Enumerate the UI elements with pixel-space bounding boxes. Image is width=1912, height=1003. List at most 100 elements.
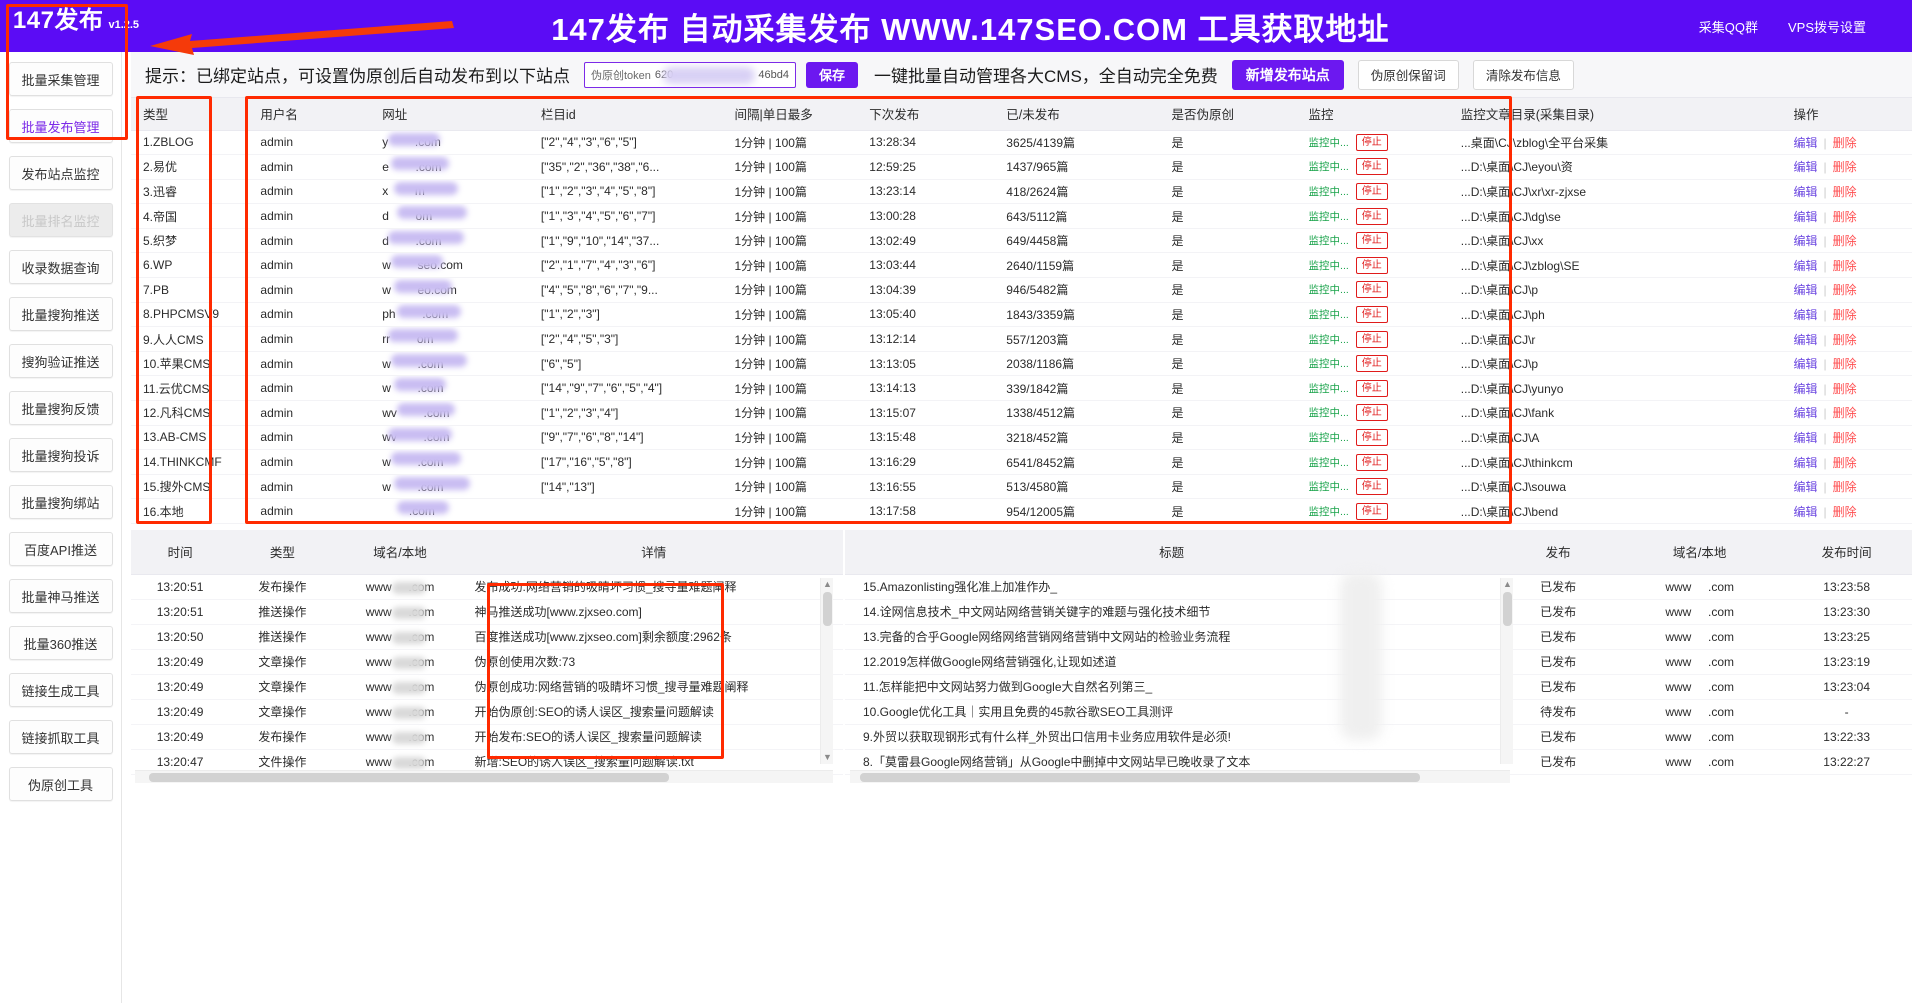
monitor-stop-button[interactable]: 停止 — [1356, 404, 1388, 421]
table-row[interactable]: 11.云优CMSadminw .com["14","9","7","6","5"… — [131, 376, 1912, 401]
delete-link[interactable]: 删除 — [1833, 234, 1857, 248]
site-url[interactable]: rr om — [370, 327, 529, 352]
site-url[interactable]: ph .com — [370, 302, 529, 327]
list-item[interactable]: 13:20:49文章操作www .com伪原创使用次数:73 — [131, 649, 843, 674]
edit-link[interactable]: 编辑 — [1793, 456, 1817, 470]
delete-link[interactable]: 删除 — [1833, 456, 1857, 470]
table-row[interactable]: 1.ZBLOGadminy .com["2","4","3","6","5"]1… — [131, 130, 1912, 155]
delete-link[interactable]: 删除 — [1833, 431, 1857, 445]
banner-link-vps-settings[interactable]: VPS拨号设置 — [1788, 17, 1866, 36]
table-row[interactable]: 10.苹果CMSadminw .com["6","5"]1分钟 | 100篇13… — [131, 351, 1912, 376]
scroll-up-icon[interactable]: ▲ — [1503, 580, 1512, 589]
token-input[interactable]: 伪原创token 620 46bd4 — [584, 62, 796, 88]
sidebar-item-1[interactable]: 批量发布管理 — [9, 109, 113, 143]
list-item[interactable]: 13:20:49文章操作www .com开始伪原创:SEO的诱人误区_搜索量问题… — [131, 699, 843, 724]
monitor-stop-button[interactable]: 停止 — [1356, 380, 1388, 397]
delete-link[interactable]: 删除 — [1833, 136, 1857, 150]
titles-scroll-thumb[interactable] — [1503, 592, 1512, 626]
list-item[interactable]: 13:20:51推送操作www .com神马推送成功[www.zjxseo.co… — [131, 599, 843, 624]
table-row[interactable]: 12.凡科CMSadminwv .com["1","2","3","4"]1分钟… — [131, 401, 1912, 426]
sidebar-item-9[interactable]: 批量搜狗绑站 — [9, 485, 113, 519]
logs-scroll-thumb[interactable] — [823, 592, 832, 626]
edit-link[interactable]: 编辑 — [1793, 283, 1817, 297]
monitor-stop-button[interactable]: 停止 — [1356, 208, 1388, 225]
edit-link[interactable]: 编辑 — [1793, 333, 1817, 347]
logs-vertical-scrollbar[interactable]: ▲ ▼ — [820, 578, 833, 764]
site-url[interactable]: wv .com — [370, 401, 529, 426]
monitor-stop-button[interactable]: 停止 — [1356, 478, 1388, 495]
sidebar-item-12[interactable]: 批量360推送 — [9, 626, 113, 660]
site-url[interactable]: w .com — [370, 376, 529, 401]
table-row[interactable]: 8.PHPCMSV9adminph .com["1","2","3"]1分钟 |… — [131, 302, 1912, 327]
add-publish-site-button[interactable]: 新增发布站点 — [1232, 60, 1344, 90]
titles-hscroll-thumb[interactable] — [860, 773, 1420, 782]
sidebar-item-2[interactable]: 发布站点监控 — [9, 156, 113, 190]
table-row[interactable]: 13.AB-CMSadminwv .com["9","7","6","8","1… — [131, 425, 1912, 450]
keep-words-button[interactable]: 伪原创保留词 — [1358, 60, 1459, 90]
delete-link[interactable]: 删除 — [1833, 210, 1857, 224]
clear-publish-info-button[interactable]: 清除发布信息 — [1473, 60, 1574, 90]
monitor-stop-button[interactable]: 停止 — [1356, 232, 1388, 249]
table-row[interactable]: 9.人人CMSadminrr om["2","4","5","3"]1分钟 | … — [131, 327, 1912, 352]
delete-link[interactable]: 删除 — [1833, 505, 1857, 519]
sidebar-item-4[interactable]: 收录数据查询 — [9, 250, 113, 284]
edit-link[interactable]: 编辑 — [1793, 210, 1817, 224]
site-url[interactable]: w .com — [370, 450, 529, 475]
delete-link[interactable]: 删除 — [1833, 382, 1857, 396]
delete-link[interactable]: 删除 — [1833, 406, 1857, 420]
edit-link[interactable]: 编辑 — [1793, 406, 1817, 420]
monitor-stop-button[interactable]: 停止 — [1356, 331, 1388, 348]
site-url[interactable]: e .com — [370, 155, 529, 180]
table-row[interactable]: 3.迅睿adminx m["1","2","3","4","5","8"]1分钟… — [131, 179, 1912, 204]
site-url[interactable]: w seo.com — [370, 253, 529, 278]
delete-link[interactable]: 删除 — [1833, 308, 1857, 322]
site-url[interactable]: wv .com — [370, 425, 529, 450]
monitor-stop-button[interactable]: 停止 — [1356, 429, 1388, 446]
monitor-stop-button[interactable]: 停止 — [1356, 281, 1388, 298]
delete-link[interactable]: 删除 — [1833, 185, 1857, 199]
edit-link[interactable]: 编辑 — [1793, 431, 1817, 445]
table-row[interactable]: 14.THINKCMFadminw .com["17","16","5","8"… — [131, 450, 1912, 475]
sidebar-item-7[interactable]: 批量搜狗反馈 — [9, 391, 113, 425]
sidebar-item-15[interactable]: 伪原创工具 — [9, 767, 113, 801]
list-item[interactable]: 13:20:51发布操作www .com发布成功:网络营销的吸睛坏习惯_搜寻量难… — [131, 574, 843, 599]
sidebar-item-10[interactable]: 百度API推送 — [9, 532, 113, 566]
monitor-stop-button[interactable]: 停止 — [1356, 134, 1388, 151]
edit-link[interactable]: 编辑 — [1793, 259, 1817, 273]
edit-link[interactable]: 编辑 — [1793, 234, 1817, 248]
sidebar-item-6[interactable]: 搜狗验证推送 — [9, 344, 113, 378]
logs-hscroll-thumb[interactable] — [149, 773, 669, 782]
monitor-stop-button[interactable]: 停止 — [1356, 306, 1388, 323]
edit-link[interactable]: 编辑 — [1793, 160, 1817, 174]
delete-link[interactable]: 删除 — [1833, 480, 1857, 494]
sidebar-item-13[interactable]: 链接生成工具 — [9, 673, 113, 707]
monitor-stop-button[interactable]: 停止 — [1356, 183, 1388, 200]
delete-link[interactable]: 删除 — [1833, 259, 1857, 273]
save-token-button[interactable]: 保存 — [806, 62, 858, 88]
monitor-stop-button[interactable]: 停止 — [1356, 503, 1388, 520]
titles-horizontal-scrollbar[interactable] — [850, 770, 1510, 783]
sidebar-item-0[interactable]: 批量采集管理 — [9, 62, 113, 96]
table-row[interactable]: 2.易优admine .com["35","2","36","38","6...… — [131, 155, 1912, 180]
logs-horizontal-scrollbar[interactable] — [135, 770, 833, 783]
titles-vertical-scrollbar[interactable]: ▲ — [1500, 578, 1513, 764]
table-row[interactable]: 7.PBadminw eo.com["4","5","8","6","7","9… — [131, 278, 1912, 303]
table-row[interactable]: 15.搜外CMSadminw .com["14","13"]1分钟 | 100篇… — [131, 474, 1912, 499]
sidebar-item-5[interactable]: 批量搜狗推送 — [9, 297, 113, 331]
edit-link[interactable]: 编辑 — [1793, 308, 1817, 322]
site-url[interactable]: d .com — [370, 228, 529, 253]
monitor-stop-button[interactable]: 停止 — [1356, 158, 1388, 175]
sidebar-item-11[interactable]: 批量神马推送 — [9, 579, 113, 613]
site-url[interactable]: w .com — [370, 351, 529, 376]
edit-link[interactable]: 编辑 — [1793, 505, 1817, 519]
edit-link[interactable]: 编辑 — [1793, 185, 1817, 199]
site-url[interactable]: d om — [370, 204, 529, 229]
site-url[interactable]: y .com — [370, 130, 529, 155]
list-item[interactable]: 13:20:49文章操作www .com伪原创成功:网络营销的吸睛坏习惯_搜寻量… — [131, 674, 843, 699]
scroll-up-icon[interactable]: ▲ — [823, 580, 832, 589]
edit-link[interactable]: 编辑 — [1793, 357, 1817, 371]
edit-link[interactable]: 编辑 — [1793, 382, 1817, 396]
sidebar-item-8[interactable]: 批量搜狗投诉 — [9, 438, 113, 472]
sidebar-item-14[interactable]: 链接抓取工具 — [9, 720, 113, 754]
delete-link[interactable]: 删除 — [1833, 160, 1857, 174]
